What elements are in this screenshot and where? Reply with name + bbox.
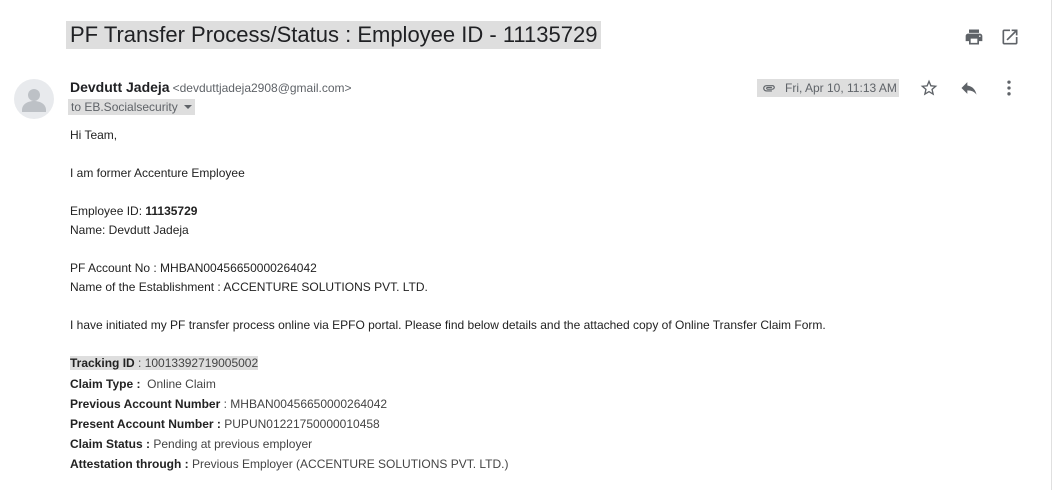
detail-separator: :: [220, 397, 231, 411]
detail-value: Pending at previous employer: [153, 437, 313, 451]
print-icon[interactable]: [963, 26, 985, 48]
tracking-id-line: Tracking ID : 10013392719005002: [70, 355, 259, 371]
detail-label: Claim Type :: [70, 377, 141, 391]
message-meta: Fri, Apr 10, 11:13 AM: [757, 79, 899, 97]
recipient-details-toggle[interactable]: to EB.Socialsecurity: [68, 99, 195, 115]
intro-line: I am former Accenture Employee: [70, 166, 245, 180]
detail-label: Tracking ID: [70, 356, 135, 370]
previous-account-line: Previous Account Number : MHBAN004566500…: [70, 396, 387, 412]
subject-row: PF Transfer Process/Status : Employee ID…: [66, 21, 602, 51]
attestation-line: Attestation through : Previous Employer …: [70, 456, 509, 472]
pf-account-line: PF Account No : MHBAN00456650000264042: [70, 261, 317, 275]
caret-down-icon: [183, 104, 192, 109]
recipient-text: to EB.Socialsecurity: [71, 100, 178, 114]
email-view: PF Transfer Process/Status : Employee ID…: [0, 0, 1052, 490]
claim-type-line: Claim Type : Online Claim: [70, 376, 216, 392]
email-subject: PF Transfer Process/Status : Employee ID…: [66, 21, 602, 49]
message-date: Fri, Apr 10, 11:13 AM: [785, 81, 897, 95]
name-line: Name: Devdutt Jadeja: [70, 223, 189, 237]
detail-label: Claim Status :: [70, 437, 151, 451]
detail-label: Present Account Number :: [70, 417, 221, 431]
reply-icon[interactable]: [958, 77, 980, 99]
detail-value: MHBAN00456650000264042: [230, 397, 388, 411]
establishment-line: Name of the Establishment : ACCENTURE SO…: [70, 280, 428, 294]
detail-value: Previous Employer (ACCENTURE SOLUTIONS P…: [192, 457, 509, 471]
employee-id-value: 11135729: [145, 204, 198, 218]
detail-label: Attestation through :: [70, 457, 189, 471]
claim-status-line: Claim Status : Pending at previous emplo…: [70, 436, 312, 452]
employee-id-label: Employee ID:: [70, 204, 146, 218]
star-icon[interactable]: [918, 77, 940, 99]
present-account-line: Present Account Number : PUPUN0122175000…: [70, 416, 380, 432]
initiated-line: I have initiated my PF transfer process …: [70, 318, 826, 332]
sender-avatar[interactable]: [14, 79, 54, 119]
sender-line: Devdutt Jadeja <devduttjadeja2908@gmail.c…: [70, 79, 352, 95]
sender-email: <devduttjadeja2908@gmail.com>: [172, 81, 352, 95]
detail-separator: :: [134, 356, 145, 370]
person-icon: [22, 89, 46, 112]
more-vertical-icon[interactable]: [998, 77, 1020, 99]
employee-id-line: Employee ID: 11135729: [70, 203, 197, 219]
detail-label: Previous Account Number: [70, 397, 221, 411]
detail-value: Online Claim: [147, 377, 216, 391]
greeting: Hi Team,: [70, 128, 118, 142]
sender-name[interactable]: Devdutt Jadeja: [70, 79, 170, 95]
paperclip-icon: [759, 81, 779, 95]
open-in-new-window-icon[interactable]: [999, 26, 1021, 48]
detail-value: 10013392719005002: [144, 356, 259, 370]
detail-value: PUPUN01221750000010458: [224, 417, 380, 431]
